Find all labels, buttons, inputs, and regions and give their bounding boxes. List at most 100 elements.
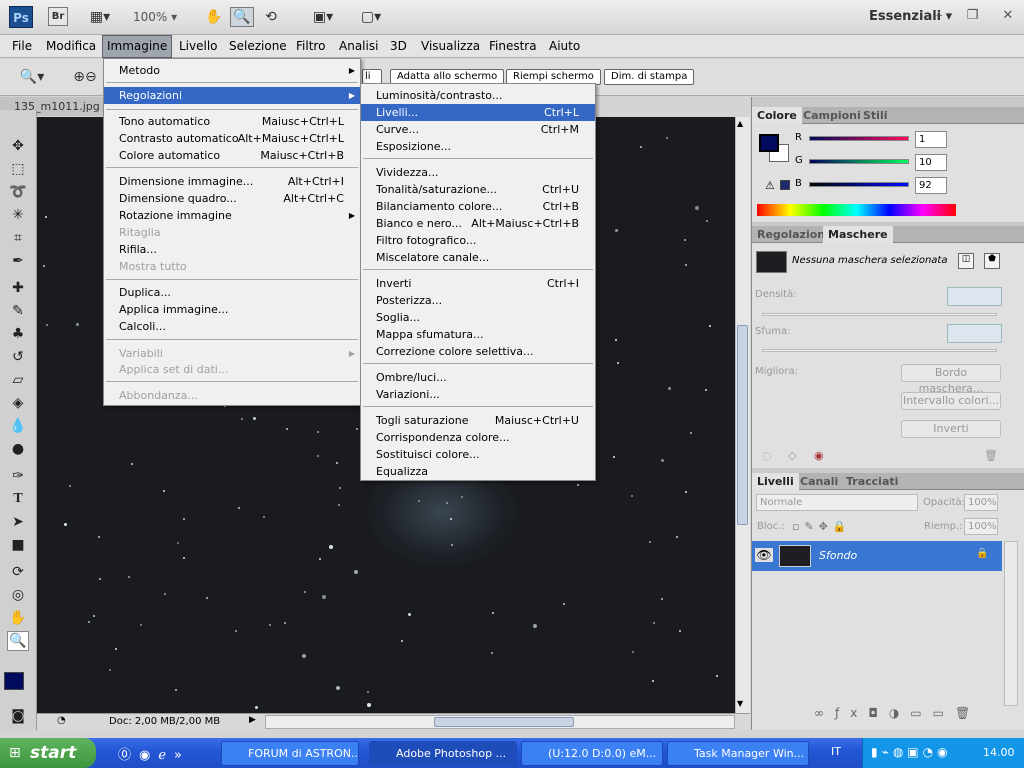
move-tool-icon[interactable]: ✥ bbox=[7, 136, 29, 156]
tab-stili[interactable]: Stili bbox=[858, 107, 893, 124]
menu-modifica[interactable]: Modifica bbox=[42, 35, 100, 58]
b-slider[interactable] bbox=[809, 182, 909, 187]
menu-item-duplica[interactable]: Duplica... bbox=[104, 284, 360, 301]
print-size-button[interactable]: Dim. di stampa bbox=[604, 69, 695, 85]
fill-input[interactable]: 100% bbox=[964, 518, 998, 535]
bridge-button[interactable]: Br bbox=[48, 7, 68, 26]
zoom-in-out-icon[interactable]: ⊕⊖ bbox=[68, 67, 102, 87]
submenu-item-vividezza[interactable]: Vividezza... bbox=[361, 164, 595, 181]
visibility-eye-icon[interactable]: 👁 bbox=[755, 548, 773, 562]
menu-visualizza[interactable]: Visualizza bbox=[417, 35, 484, 58]
submenu-item-tonalita-saturazione[interactable]: Tonalità/saturazione... Ctrl+U bbox=[361, 181, 595, 198]
submenu-item-livelli[interactable]: Livelli... Ctrl+L bbox=[361, 104, 595, 121]
disable-mask-icon[interactable]: ◉ bbox=[814, 449, 824, 462]
shape-tool-icon[interactable]: ■ bbox=[7, 535, 29, 555]
clone-stamp-icon[interactable]: ♣ bbox=[7, 324, 29, 344]
g-value[interactable]: 10 bbox=[915, 154, 947, 171]
tray-icons[interactable]: ▮⌁◍▣◔◉ bbox=[871, 745, 952, 759]
submenu-item-curve[interactable]: Curve... Ctrl+M bbox=[361, 121, 595, 138]
photoshop-logo[interactable]: Ps bbox=[9, 6, 33, 28]
submenu-item-ombre-luci[interactable]: Ombre/luci... bbox=[361, 369, 595, 386]
blur-tool-icon[interactable]: 💧 bbox=[7, 416, 29, 436]
vector-mask-icon[interactable]: ⬟ bbox=[984, 253, 1000, 269]
r-value[interactable]: 1 bbox=[915, 131, 947, 148]
status-menu-icon[interactable]: ▶ bbox=[249, 715, 256, 725]
submenu-item-corrispondenza-colore[interactable]: Corrispondenza colore... bbox=[361, 429, 595, 446]
path-selection-icon[interactable]: ➤ bbox=[7, 512, 29, 532]
scroll-up-icon[interactable]: ▲ bbox=[737, 119, 743, 128]
quick-launch-icons[interactable]: ⓪◉ℯ» bbox=[118, 744, 190, 763]
menu-file[interactable]: File bbox=[8, 35, 36, 58]
density-slider[interactable] bbox=[762, 313, 997, 316]
submenu-item-mappa-sfumatura[interactable]: Mappa sfumatura... bbox=[361, 326, 595, 343]
mask-edge-button[interactable]: Bordo maschera... bbox=[901, 364, 1001, 395]
submenu-item-esposizione[interactable]: Esposizione... bbox=[361, 138, 595, 155]
pixel-mask-icon[interactable]: ◫ bbox=[958, 253, 974, 269]
menu-item-contrasto-automatico[interactable]: Contrasto automatico Alt+Maiusc+Ctrl+L bbox=[104, 130, 360, 147]
submenu-item-filtro-fotografico[interactable]: Filtro fotografico... bbox=[361, 232, 595, 249]
tool-preset-icon[interactable]: 🔍▾ bbox=[18, 67, 46, 87]
menu-item-metodo[interactable]: Metodo ▶ bbox=[104, 62, 360, 79]
vertical-scrollbar[interactable]: ▲ ▼ bbox=[735, 117, 750, 713]
submenu-item-togli-saturazione[interactable]: Togli saturazione Maiusc+Ctrl+U bbox=[361, 412, 595, 429]
menu-item-tono-automatico[interactable]: Tono automatico Maiusc+Ctrl+L bbox=[104, 113, 360, 130]
tab-regolazioni[interactable]: Regolazioni bbox=[752, 226, 834, 243]
history-brush-icon[interactable]: ↺ bbox=[7, 347, 29, 367]
gamut-warning-icon[interactable]: ⚠ bbox=[765, 179, 775, 192]
task-task-manager[interactable]: Task Manager Win... bbox=[667, 741, 809, 766]
menu-item-rotazione-immagine[interactable]: Rotazione immagine ▶ bbox=[104, 207, 360, 224]
healing-brush-icon[interactable]: ✚ bbox=[7, 278, 29, 298]
horizontal-scroll-thumb[interactable] bbox=[434, 717, 574, 727]
magic-wand-icon[interactable]: ✳ bbox=[7, 205, 29, 225]
dodge-tool-icon[interactable]: ● bbox=[7, 439, 29, 459]
menu-item-dimensione-quadro[interactable]: Dimensione quadro... Alt+Ctrl+C bbox=[104, 190, 360, 207]
task-forum[interactable]: FORUM di ASTRON... bbox=[221, 741, 359, 766]
submenu-item-luminosita-contrasto[interactable]: Luminosità/contrasto... bbox=[361, 87, 595, 104]
feather-input[interactable] bbox=[947, 324, 1002, 343]
layer-name[interactable]: Sfondo bbox=[819, 549, 857, 562]
vertical-scroll-thumb[interactable] bbox=[737, 325, 748, 525]
b-value[interactable]: 92 bbox=[915, 177, 947, 194]
menu-livello[interactable]: Livello bbox=[175, 35, 222, 58]
rotate-view-icon[interactable]: ⟲ bbox=[260, 7, 282, 27]
task-photoshop[interactable]: Adobe Photoshop ... bbox=[369, 741, 517, 766]
tab-colore[interactable]: Colore bbox=[752, 107, 802, 124]
r-slider[interactable] bbox=[809, 136, 909, 141]
menu-aiuto[interactable]: Aiuto bbox=[545, 35, 584, 58]
brush-tool-icon[interactable]: ✎ bbox=[7, 301, 29, 321]
menu-item-dimensione-immagine[interactable]: Dimensione immagine... Alt+Ctrl+I bbox=[104, 173, 360, 190]
layer-action-icons[interactable]: ∞ƒx◘◑▭▭🗑 bbox=[814, 706, 981, 720]
tab-canali[interactable]: Canali bbox=[795, 473, 843, 490]
tab-maschere[interactable]: Maschere bbox=[823, 226, 893, 243]
submenu-item-soglia[interactable]: Soglia... bbox=[361, 309, 595, 326]
layer-row-sfondo[interactable]: 👁 Sfondo 🔒 bbox=[752, 541, 1002, 571]
tab-campioni[interactable]: Campioni bbox=[798, 107, 866, 124]
scroll-down-icon[interactable]: ▼ bbox=[737, 699, 743, 708]
load-selection-icon[interactable]: ◌ bbox=[762, 449, 772, 462]
type-tool-icon[interactable]: T bbox=[7, 489, 29, 509]
delete-mask-icon[interactable]: 🗑 bbox=[984, 449, 998, 462]
hand-tool-icon[interactable]: ✋ bbox=[7, 608, 29, 628]
menu-item-regolazioni[interactable]: Regolazioni ▶ bbox=[104, 87, 360, 104]
color-fg-swatch[interactable] bbox=[759, 134, 779, 152]
pen-tool-icon[interactable]: ✑ bbox=[7, 466, 29, 486]
lasso-tool-icon[interactable]: ➰ bbox=[7, 182, 29, 202]
zoom-tool-icon[interactable]: 🔍 bbox=[230, 7, 254, 27]
3d-rotate-icon[interactable]: ⟳ bbox=[7, 562, 29, 582]
blend-mode-select[interactable]: Normale bbox=[756, 494, 918, 511]
foreground-color-swatch[interactable] bbox=[4, 672, 24, 690]
hand-tool-icon[interactable]: ✋ bbox=[203, 7, 225, 27]
layers-scrollbar[interactable] bbox=[1004, 541, 1018, 706]
zoom-level-select[interactable]: 100% ▾ bbox=[133, 10, 177, 24]
gamut-swatch[interactable] bbox=[780, 180, 790, 190]
menu-item-calcoli[interactable]: Calcoli... bbox=[104, 318, 360, 335]
menu-finestra[interactable]: Finestra bbox=[485, 35, 541, 58]
marquee-tool-icon[interactable]: ⬚ bbox=[7, 159, 29, 179]
status-nav-icon[interactable]: ◔ bbox=[57, 715, 66, 726]
menu-selezione[interactable]: Selezione bbox=[225, 35, 291, 58]
menu-item-applica-immagine[interactable]: Applica immagine... bbox=[104, 301, 360, 318]
view-extras-icon[interactable]: ▦▾ bbox=[84, 7, 116, 27]
submenu-item-posterizza[interactable]: Posterizza... bbox=[361, 292, 595, 309]
menu-filtro[interactable]: Filtro bbox=[292, 35, 329, 58]
screen-mode-icon[interactable]: ▢▾ bbox=[354, 7, 388, 27]
